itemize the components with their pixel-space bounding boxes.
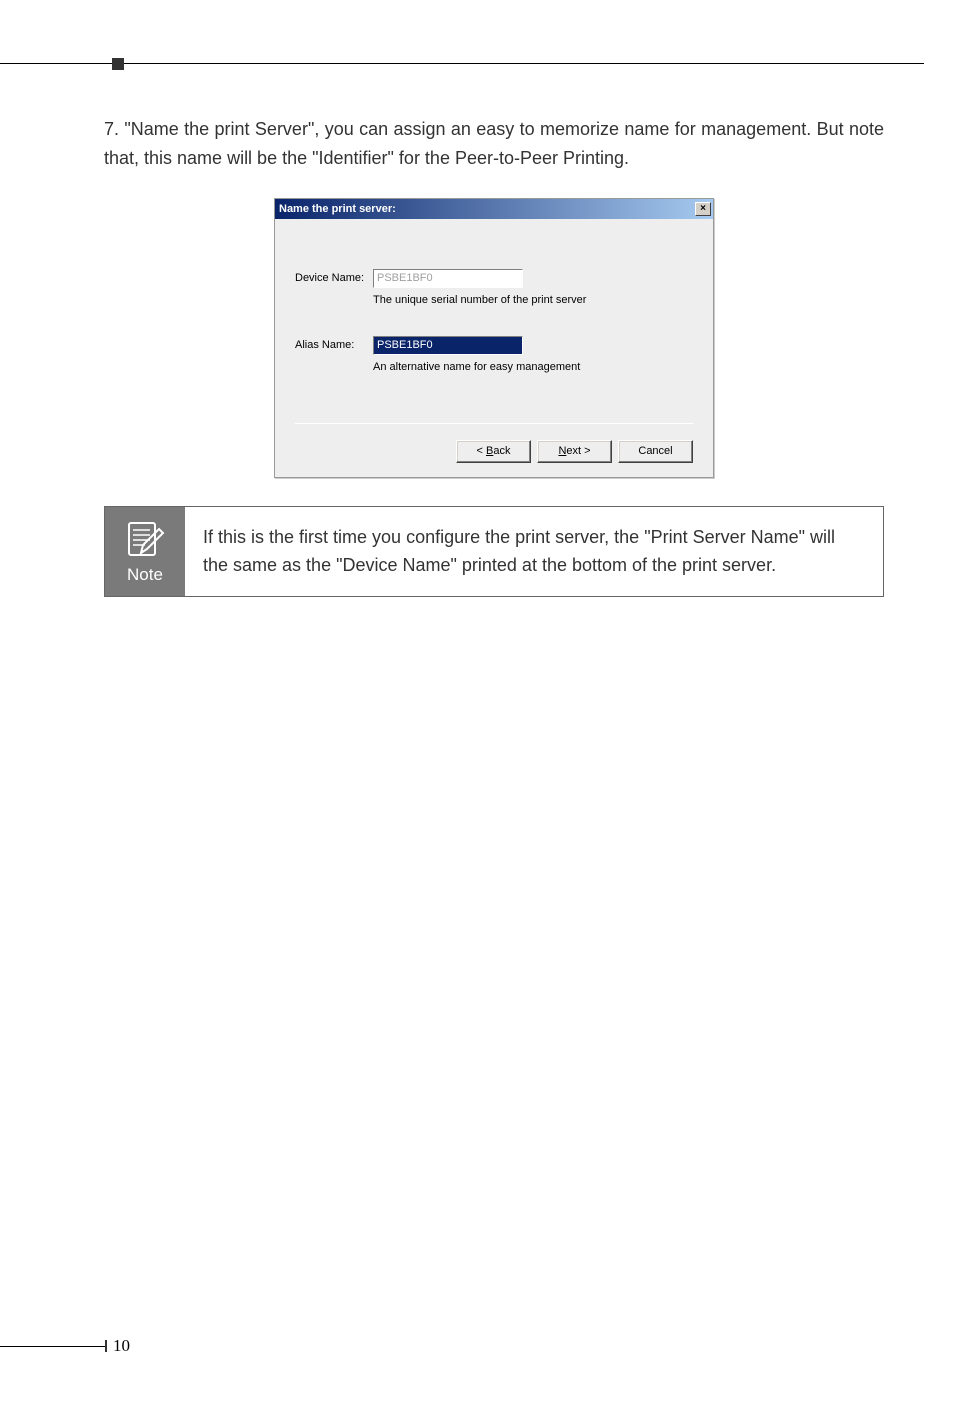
alias-name-label: Alias Name: [295,339,373,351]
note-label: Note [127,565,163,585]
step-text: "Name the print Server", you can assign … [104,119,884,168]
alias-name-hint: An alternative name for easy management [373,361,693,373]
note-text: If this is the first time you configure … [185,507,883,597]
dialog-separator [295,423,693,424]
next-button[interactable]: Next > [537,440,612,463]
note-box: Note If this is the first time you confi… [104,506,884,598]
device-name-input [373,269,523,288]
close-button[interactable]: × [695,202,711,216]
dialog-button-row: < Back Next > Cancel [295,436,693,463]
device-name-label: Device Name: [295,272,373,284]
step-instruction: 7. "Name the print Server", you can assi… [104,115,884,173]
close-icon: × [700,203,706,214]
device-name-row: Device Name: [295,269,693,288]
header-square [112,58,124,70]
footer-tick [105,1340,107,1352]
alias-name-row: Alias Name: [295,336,693,355]
header-line [0,63,924,64]
note-label-cell: Note [105,507,185,597]
footer-line [0,1346,105,1347]
alias-name-input[interactable] [373,336,523,355]
dialog-body: Device Name: The unique serial number of… [275,219,713,477]
page-footer: 10 [0,1336,130,1356]
back-button[interactable]: < Back [456,440,531,463]
dialog-title: Name the print server: [279,203,396,215]
note-icon [121,515,169,563]
step-number: 7. [104,119,119,139]
device-name-hint: The unique serial number of the print se… [373,294,693,306]
name-print-server-dialog: Name the print server: × Device Name: Th… [274,198,714,478]
page-header-decoration [0,58,924,70]
dialog-titlebar: Name the print server: × [275,199,713,219]
page-number: 10 [113,1336,130,1356]
cancel-button[interactable]: Cancel [618,440,693,463]
